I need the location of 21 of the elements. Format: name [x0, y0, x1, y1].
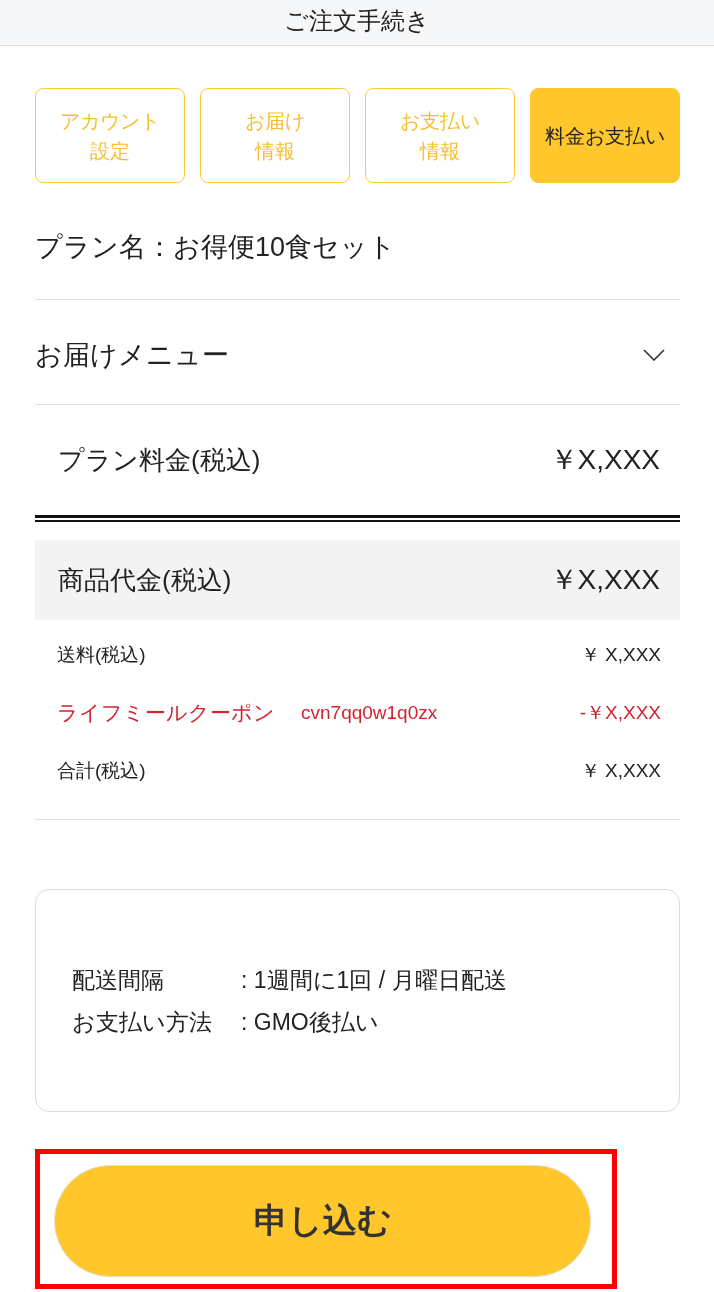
fee-amount: ￥ X,XXX — [580, 643, 661, 667]
chevron-icon[interactable] — [643, 349, 665, 361]
subtotal-label: 商品代金(税込) — [58, 565, 232, 595]
summary-label: お支払い方法 — [72, 1007, 213, 1037]
fee-label: 送料(税込) — [57, 643, 146, 667]
coupon-label: ライフミールクーポン — [57, 700, 275, 726]
step-tab[interactable]: 料金お支払い — [530, 88, 680, 183]
summary-value: : 1週間に1回 / 月曜日配送 — [241, 965, 507, 995]
discount-amount: -￥X,XXX — [579, 701, 661, 725]
coupon-code: cvn7qq0w1q0zx — [301, 702, 438, 724]
delivery-menu-toggle[interactable]: お届けメニュー — [35, 340, 229, 370]
fee-label: 合計(税込) — [57, 759, 146, 783]
summary-value: : GMO後払い — [241, 1007, 379, 1037]
fee-amount: ￥ X,XXX — [580, 759, 661, 783]
summary-label: 配送間隔 — [72, 965, 165, 995]
subtotal-amount: ￥X,XXX — [549, 564, 660, 596]
plan-name: プラン名：お得便10食セット — [35, 232, 397, 262]
page-title: ご注文手続き — [284, 6, 430, 36]
submit-button[interactable]: 申し込む — [54, 1165, 591, 1277]
plan-price-amount: ￥X,XXX — [549, 444, 660, 476]
plan-price-label: プラン料金(税込) — [58, 445, 261, 475]
